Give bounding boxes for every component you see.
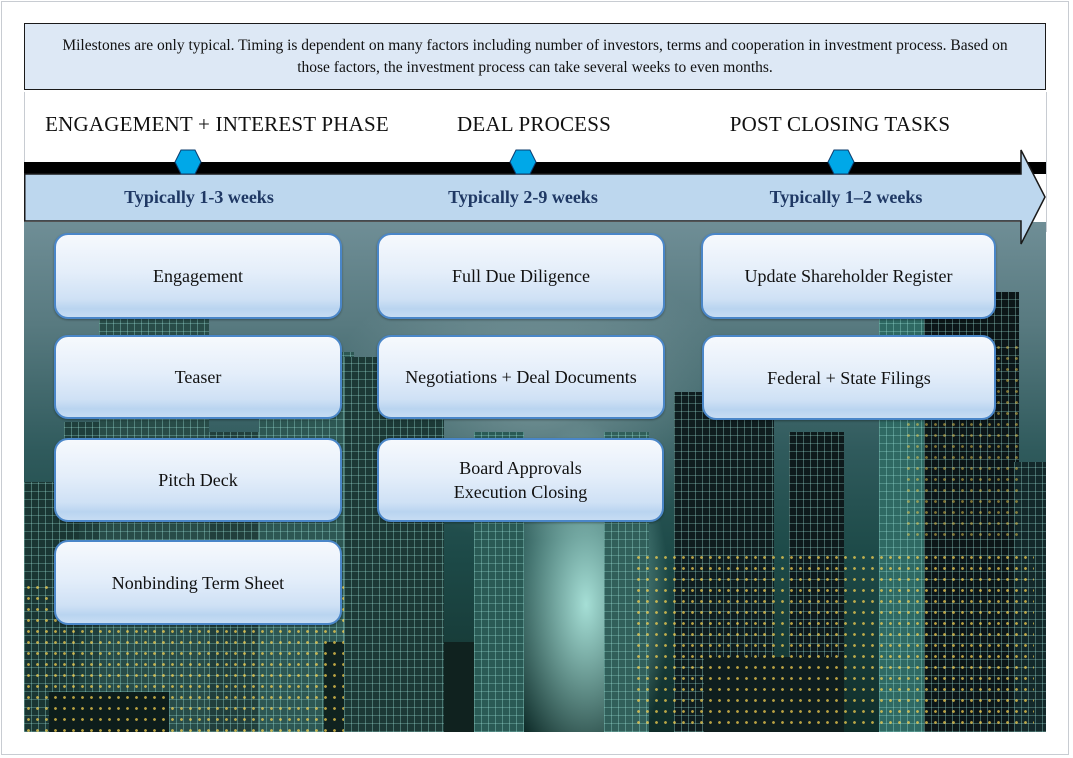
milestone-label: Engagement bbox=[153, 266, 243, 286]
phase-title-engagement: ENGAGEMENT + INTEREST PHASE bbox=[45, 112, 389, 136]
milestone-label: Full Due Diligence bbox=[452, 266, 590, 286]
milestone-card-update-shareholder-register[interactable]: Update Shareholder Register bbox=[701, 233, 996, 319]
duration-post-closing: Typically 1–2 weeks bbox=[769, 187, 923, 207]
disclaimer-note: Milestones are only typical. Timing is d… bbox=[24, 23, 1046, 90]
milestone-card-pitch-deck[interactable]: Pitch Deck bbox=[54, 438, 342, 522]
hexagon-icon bbox=[509, 149, 537, 175]
window-lights bbox=[634, 552, 1034, 732]
hexagon-icon bbox=[174, 149, 202, 175]
duration-deal-process: Typically 2-9 weeks bbox=[448, 187, 598, 207]
milestone-card-full-due-diligence[interactable]: Full Due Diligence bbox=[377, 233, 665, 319]
milestone-label: Teaser bbox=[174, 367, 222, 387]
milestone-card-nonbinding-term-sheet[interactable]: Nonbinding Term Sheet bbox=[54, 540, 342, 625]
milestone-card-negotiations[interactable]: Negotiations + Deal Documents bbox=[377, 335, 665, 419]
milestone-label: Update Shareholder Register bbox=[744, 266, 953, 286]
phase-title-deal-process: DEAL PROCESS bbox=[457, 112, 611, 136]
milestone-card-board-approvals[interactable]: Board Approvals Execution Closing bbox=[377, 438, 664, 522]
disclaimer-text: Milestones are only typical. Timing is d… bbox=[62, 36, 1008, 76]
milestone-label: Pitch Deck bbox=[158, 470, 238, 490]
phase-title-post-closing: POST CLOSING TASKS bbox=[729, 112, 951, 136]
milestone-card-engagement[interactable]: Engagement bbox=[54, 233, 342, 319]
milestone-card-federal-state-filings[interactable]: Federal + State Filings bbox=[702, 335, 996, 420]
milestone-label: Nonbinding Term Sheet bbox=[111, 572, 285, 593]
hexagon-icon bbox=[827, 149, 855, 175]
duration-engagement: Typically 1-3 weeks bbox=[124, 187, 274, 207]
milestone-card-teaser[interactable]: Teaser bbox=[54, 335, 342, 419]
milestone-label: Negotiations + Deal Documents bbox=[405, 367, 637, 387]
milestone-label: Federal + State Filings bbox=[767, 367, 931, 388]
milestone-label: Board Approvals Execution Closing bbox=[453, 458, 588, 502]
